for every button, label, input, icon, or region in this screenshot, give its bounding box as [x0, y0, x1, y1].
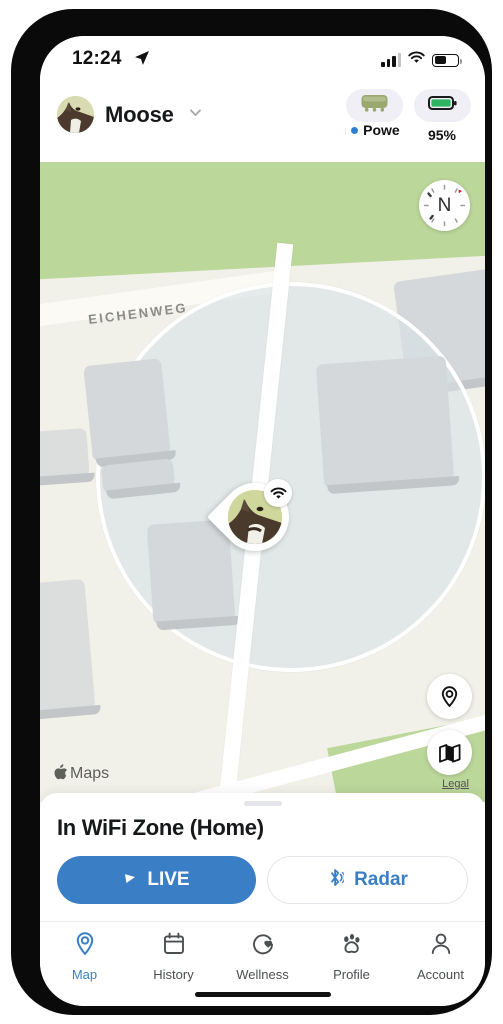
- volume-down-button[interactable]: [15, 323, 23, 385]
- map-building: [315, 355, 455, 489]
- tab-label: Account: [417, 967, 464, 982]
- home-indicator[interactable]: [194, 992, 331, 997]
- map-canvas[interactable]: EICHENWEG N Maps Legal: [40, 162, 485, 802]
- pet-name-label: Moose: [105, 101, 174, 127]
- legal-link[interactable]: Legal: [442, 778, 469, 790]
- tab-profile[interactable]: Profile: [307, 931, 396, 982]
- tracker-battery-label: 95%: [427, 127, 457, 143]
- tracker-status-head: ng: [345, 122, 346, 138]
- map-building: [100, 458, 176, 494]
- volume-up-button[interactable]: [15, 245, 23, 307]
- cellular-signal-icon: [381, 53, 401, 67]
- apple-logo-icon: [54, 763, 69, 785]
- status-bottom-sheet[interactable]: In WiFi Zone (Home) LIVE Radar: [40, 793, 485, 921]
- avatar: [57, 96, 94, 133]
- bluetooth-icon: [327, 868, 346, 893]
- tab-label: Map: [71, 967, 98, 982]
- battery-full-icon: [427, 94, 458, 117]
- tab-map[interactable]: Map: [40, 931, 129, 982]
- phone-hardware-frame: 12:24 Moose Powe 95% EICHENWEG N Maps Le…: [11, 9, 492, 1015]
- silent-switch[interactable]: [15, 181, 23, 215]
- status-dot-icon: [351, 126, 359, 134]
- tracker-battery-pill: [413, 89, 471, 122]
- tracker-status-tail: Powe: [363, 122, 400, 138]
- status-bar-indicators: [381, 51, 462, 69]
- map-pin-icon: [73, 931, 97, 962]
- play-triangle-icon: [123, 869, 137, 891]
- tracker-battery-indicator[interactable]: 95%: [413, 89, 471, 143]
- calendar-icon: [162, 931, 186, 962]
- sheet-grab-handle[interactable]: [243, 801, 282, 806]
- live-button[interactable]: LIVE: [57, 856, 256, 904]
- ios-status-bar: 12:24: [40, 36, 485, 84]
- heart-activity-icon: [251, 931, 275, 962]
- person-icon: [429, 931, 453, 962]
- radar-button-label: Radar: [354, 869, 408, 890]
- wifi-badge-icon: [264, 479, 292, 507]
- wifi-icon: [408, 51, 425, 69]
- location-arrow-icon: [134, 50, 150, 71]
- tracker-device-icon: [359, 93, 390, 118]
- tracker-device-pill: [345, 89, 403, 122]
- phone-screen: 12:24 Moose Powe 95% EICHENWEG N Maps Le…: [40, 36, 485, 1006]
- status-bar-clock: 12:24: [72, 48, 122, 69]
- tracker-mode-indicator[interactable]: ng Powe: [345, 89, 403, 143]
- tab-account[interactable]: Account: [396, 931, 485, 982]
- battery-icon: [432, 53, 462, 67]
- tab-label: Wellness: [236, 967, 289, 982]
- map-building: [83, 358, 171, 462]
- tracker-status-marquee: ng Powe: [345, 122, 403, 140]
- live-button-label: LIVE: [147, 869, 190, 890]
- tab-history[interactable]: History: [129, 931, 218, 982]
- app-header: Moose Powe 95%: [40, 84, 485, 162]
- radar-button[interactable]: Radar: [267, 856, 468, 904]
- tab-label: Profile: [333, 967, 370, 982]
- map-building: [40, 428, 90, 480]
- tracker-status-group: ng Powe: [345, 89, 471, 143]
- paw-icon: [339, 931, 364, 962]
- tab-wellness[interactable]: Wellness: [218, 931, 307, 982]
- maps-attribution-label: Maps: [70, 765, 110, 782]
- pet-location-pin[interactable]: [206, 468, 304, 566]
- compass-icon[interactable]: N: [419, 180, 470, 231]
- tab-label: History: [153, 967, 194, 982]
- map-layers-icon[interactable]: [427, 730, 472, 775]
- apple-maps-attribution: Maps: [54, 763, 109, 785]
- zone-status-title: In WiFi Zone (Home): [57, 815, 264, 840]
- pet-selector[interactable]: Moose: [57, 96, 204, 133]
- screenshot-root: 12:24 Moose Powe 95% EICHENWEG N Maps Le…: [0, 0, 503, 1024]
- location-pin-icon[interactable]: [427, 674, 472, 719]
- sheet-action-row: LIVE Radar: [57, 856, 468, 904]
- chevron-down-icon[interactable]: [187, 104, 204, 126]
